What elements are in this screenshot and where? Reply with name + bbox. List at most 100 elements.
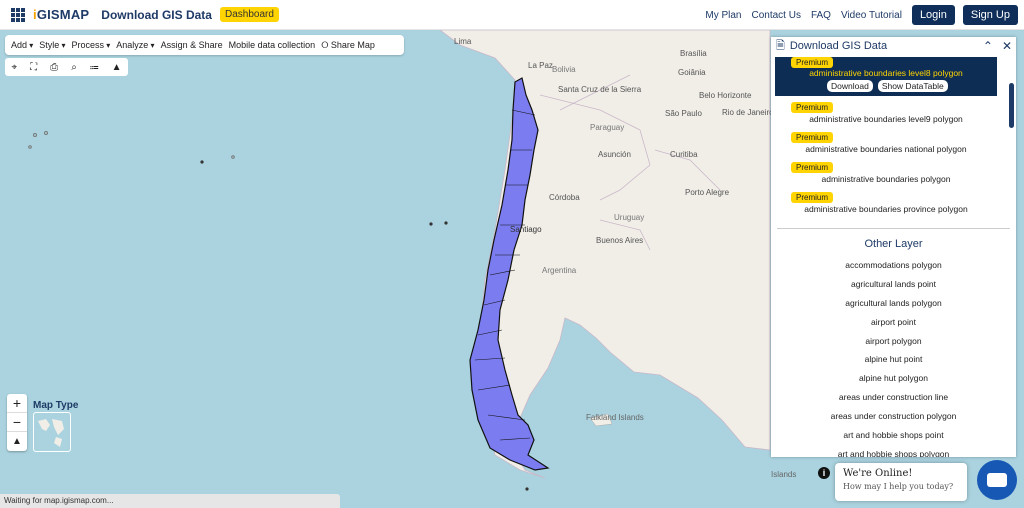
label-buenos-aires: Buenos Aires bbox=[596, 236, 643, 245]
search-icon[interactable]: ⌕ bbox=[71, 62, 77, 73]
map-type-label: Map Type bbox=[33, 400, 79, 411]
other-layer-item[interactable]: alpine hut point bbox=[771, 350, 1016, 369]
nav-faq[interactable]: FAQ bbox=[811, 10, 831, 21]
igismap-logo[interactable]: iGISMAP bbox=[33, 7, 89, 22]
premium-layer-item[interactable]: Premium administrative boundaries level8… bbox=[775, 57, 997, 96]
label-islands: Islands bbox=[771, 470, 796, 479]
panel-divider bbox=[777, 228, 1010, 229]
zoom-out-button[interactable]: − bbox=[7, 413, 27, 432]
other-layer-title: Other Layer bbox=[864, 238, 923, 250]
print-icon[interactable]: ⎙ bbox=[50, 62, 58, 73]
label-falkland: Falkland Islands bbox=[586, 413, 644, 422]
other-layer-item[interactable]: alpine hut polygon bbox=[771, 369, 1016, 388]
premium-layer-item[interactable]: Premium administrative boundaries polygo… bbox=[775, 162, 997, 192]
other-layer-item[interactable]: areas under construction line bbox=[771, 388, 1016, 407]
menu-assign-share[interactable]: Assign & Share bbox=[161, 40, 223, 50]
label-santa-cruz: Santa Cruz de la Sierra bbox=[558, 85, 642, 94]
download-file-icon: 🗎 bbox=[776, 39, 785, 52]
compass-icon[interactable]: ▲ bbox=[7, 432, 27, 451]
menu-mobile-data-collection[interactable]: Mobile data collection bbox=[229, 40, 316, 50]
premium-layer-item[interactable]: Premium administrative boundaries level9… bbox=[775, 102, 997, 132]
label-porto-alegre: Porto Alegre bbox=[685, 188, 730, 197]
signup-button[interactable]: Sign Up bbox=[962, 5, 1018, 25]
label-paraguay: Paraguay bbox=[590, 123, 624, 132]
fullscreen-icon[interactable]: ⛶ bbox=[30, 62, 37, 73]
app-title: Download GIS Data bbox=[101, 7, 212, 22]
share-map-label: Share Map bbox=[330, 39, 375, 50]
share-map-button[interactable]: ⭘ Share Map bbox=[321, 40, 375, 51]
chat-launcher-button[interactable] bbox=[977, 460, 1017, 500]
label-la-paz: La Paz bbox=[528, 61, 553, 70]
premium-badge: Premium bbox=[791, 132, 834, 143]
close-icon[interactable]: ✕ bbox=[1002, 39, 1012, 53]
layer-name: administrative boundaries province polyg… bbox=[804, 204, 968, 214]
zoom-in-button[interactable]: + bbox=[7, 394, 27, 413]
chat-popup[interactable]: We're Online! How may I help you today? bbox=[835, 463, 967, 501]
map-tools: ⌖ ⛶ ⎙ ⌕ ⩴ ▲ bbox=[5, 58, 128, 76]
nav-contact-us[interactable]: Contact Us bbox=[751, 10, 800, 21]
layer-name: administrative boundaries level9 polygon bbox=[809, 114, 963, 124]
premium-layer-item[interactable]: Premium administrative boundaries nation… bbox=[775, 132, 997, 162]
menu-process[interactable]: Process bbox=[72, 40, 111, 50]
map-type-thumbnail[interactable] bbox=[33, 412, 71, 452]
label-cordoba: Córdoba bbox=[549, 193, 580, 202]
browser-status-bar: Waiting for map.igismap.com... bbox=[0, 494, 340, 508]
premium-layer-item[interactable]: Premium administrative boundaries provin… bbox=[775, 192, 997, 222]
world-thumb-icon bbox=[38, 419, 64, 447]
label-uruguay: Uruguay bbox=[614, 213, 644, 222]
download-button[interactable]: Download bbox=[827, 80, 873, 92]
menu-style[interactable]: Style bbox=[39, 40, 65, 50]
show-datatable-button[interactable]: Show DataTable bbox=[877, 80, 948, 92]
locate-icon[interactable]: ⌖ bbox=[12, 62, 18, 73]
premium-badge: Premium bbox=[791, 57, 834, 68]
premium-badge: Premium bbox=[791, 162, 834, 173]
layer-name: administrative boundaries national polyg… bbox=[805, 144, 967, 154]
other-layer-item[interactable]: airport point bbox=[771, 313, 1016, 332]
top-bar: iGISMAP Download GIS Data Dashboard My P… bbox=[0, 0, 1024, 30]
apps-grid-icon[interactable] bbox=[11, 7, 25, 22]
other-layer-item[interactable]: agricultural lands polygon bbox=[771, 294, 1016, 313]
label-bolivia: Bolivia bbox=[552, 65, 576, 74]
label-lima: Lima bbox=[454, 37, 472, 46]
nav-video-tutorial[interactable]: Video Tutorial bbox=[841, 10, 902, 21]
other-layer-item[interactable]: accommodations polygon bbox=[771, 256, 1016, 275]
chat-online-text: We're Online! bbox=[843, 468, 913, 479]
premium-badge: Premium bbox=[791, 102, 834, 113]
label-curitiba: Curitiba bbox=[670, 150, 698, 159]
menu-analyze[interactable]: Analyze bbox=[116, 40, 154, 50]
menu-add[interactable]: Add bbox=[11, 40, 33, 50]
label-argentina: Argentina bbox=[542, 266, 577, 275]
login-button[interactable]: Login bbox=[911, 5, 955, 25]
panel-title: Download GIS Data bbox=[789, 40, 888, 52]
label-asuncion: Asunción bbox=[598, 150, 631, 159]
label-rio: Rio de Janeiro bbox=[722, 108, 774, 117]
layers-icon[interactable]: ▲ bbox=[112, 62, 122, 73]
label-goiania: Goiânia bbox=[678, 68, 706, 77]
label-belo-horizonte: Belo Horizonte bbox=[699, 91, 752, 100]
label-brasilia: Brasília bbox=[680, 49, 707, 58]
map-menu-bar: Add Style Process Analyze Assign & Share… bbox=[5, 35, 404, 55]
measure-icon[interactable]: ⩴ bbox=[90, 62, 99, 73]
collapse-icon[interactable]: ⌃ bbox=[983, 39, 993, 53]
layer-name: administrative boundaries polygon bbox=[821, 174, 951, 184]
zoom-control: + − ▲ bbox=[7, 394, 27, 451]
info-icon[interactable]: i bbox=[818, 467, 830, 479]
dashboard-button[interactable]: Dashboard bbox=[219, 7, 279, 22]
panel-header: 🗎 Download GIS Data ⌃ ✕ bbox=[771, 37, 1016, 55]
other-layer-item[interactable]: airport polygon bbox=[771, 332, 1016, 351]
other-layer-item[interactable]: art and hobbie shops point bbox=[771, 426, 1016, 445]
panel-scrollbar[interactable] bbox=[1009, 83, 1014, 128]
layer-name: administrative boundaries level8 polygon bbox=[809, 68, 963, 78]
label-sao-paulo: São Paulo bbox=[665, 109, 702, 118]
share-icon: ⭘ bbox=[321, 39, 329, 50]
other-layer-item[interactable]: agricultural lands point bbox=[771, 275, 1016, 294]
nav-my-plan[interactable]: My Plan bbox=[705, 10, 741, 21]
chat-bubble-icon bbox=[987, 473, 1007, 487]
top-nav: My Plan Contact Us FAQ Video Tutorial Lo… bbox=[705, 0, 1024, 30]
chat-help-text: How may I help you today? bbox=[843, 482, 954, 491]
other-layer-item[interactable]: areas under construction polygon bbox=[771, 407, 1016, 426]
download-panel: 🗎 Download GIS Data ⌃ ✕ Premium administ… bbox=[771, 37, 1016, 457]
premium-badge: Premium bbox=[791, 192, 834, 203]
other-layer-item[interactable]: art and hobbie shops polygon bbox=[771, 445, 1016, 457]
label-santiago: Santiago bbox=[510, 225, 542, 234]
